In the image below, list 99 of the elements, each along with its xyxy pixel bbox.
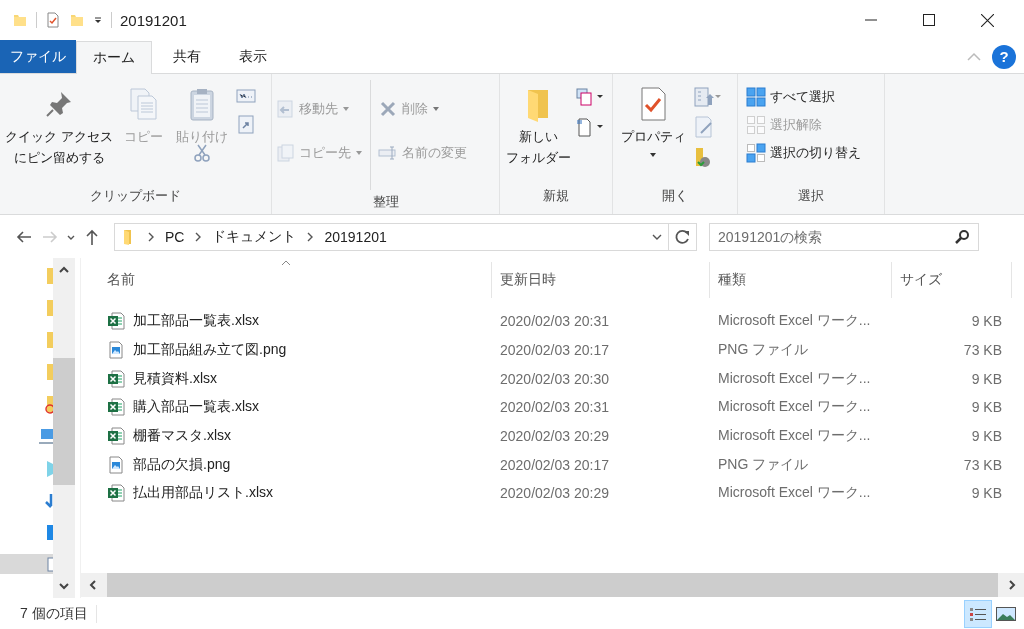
group-label: 選択 [797, 187, 825, 205]
file-name[interactable]: 棚番マスタ.xlsx [133, 427, 231, 446]
properties-button[interactable]: プロパティ [616, 80, 690, 159]
rename-icon [378, 143, 398, 163]
spreadsheet-file-icon [107, 484, 125, 503]
ribbon-tab[interactable]: ファイル [0, 40, 76, 73]
date-cell-text: 2020/02/03 20:29 [499, 485, 610, 502]
ribbon-tab[interactable]: 共有 [156, 40, 218, 73]
size-cell-text: 73 KB [962, 342, 1003, 359]
caret-icon [342, 105, 350, 113]
breadcrumb[interactable]: ドキュメント [212, 227, 297, 246]
breadcrumb[interactable]: 20191201 [324, 228, 387, 245]
ribbon-tab[interactable]: ホーム [76, 41, 152, 74]
grid-icon [746, 87, 766, 107]
folder-icon [12, 12, 28, 28]
refresh-button[interactable] [669, 222, 697, 251]
size-cell-text: 73 KB [962, 456, 1003, 473]
spreadsheet-file-icon [107, 398, 125, 417]
type-cell-text: Microsoft Excel ワーク... [717, 312, 872, 331]
scroll-right-icon[interactable] [1006, 579, 1018, 591]
help-button[interactable]: ? [992, 44, 1016, 69]
new-folder-button[interactable]: 新しい フォルダー [503, 80, 573, 168]
document-icon[interactable] [0, 554, 53, 574]
date-cell-text: 2020/02/03 20:31 [499, 399, 610, 416]
new-document-icon[interactable] [576, 116, 604, 138]
size-cell-text: 9 KB [970, 370, 1003, 387]
landscape-icon [996, 606, 1016, 621]
maximize-icon [923, 14, 935, 26]
properties-icon[interactable] [45, 12, 61, 28]
select-all-button[interactable]: すべて選択 [746, 84, 835, 110]
copy-path-icon[interactable] [236, 86, 256, 106]
invert-selection-button[interactable]: 選択の切り替え [746, 140, 861, 166]
address-bar[interactable]: PC ドキュメント 20191201 [114, 222, 669, 251]
delete-icon [378, 99, 398, 119]
caret-icon[interactable] [93, 15, 103, 25]
date-cell-text: 2020/02/03 20:17 [499, 456, 610, 473]
scrollbar-thumb[interactable] [107, 573, 998, 597]
group-label: クリップボード [89, 187, 182, 205]
date-cell-text: 2020/02/03 20:17 [499, 342, 610, 359]
scrollbar-thumb[interactable] [53, 358, 75, 485]
image-file-icon [107, 341, 125, 360]
copy-icon [275, 143, 295, 163]
size-cell-text: 9 KB [970, 428, 1003, 445]
caret-icon [355, 149, 363, 157]
pin-to-quick-access-button[interactable]: クイック アクセス にピン留めする [3, 80, 115, 168]
move-icon [275, 99, 295, 119]
type-cell-text: Microsoft Excel ワーク... [717, 484, 872, 503]
open-icon[interactable] [693, 86, 721, 108]
refresh-icon [674, 228, 691, 245]
date-cell-text: 2020/02/03 20:30 [499, 370, 610, 387]
close-icon [980, 13, 994, 27]
scissors-icon[interactable] [192, 143, 212, 163]
type-cell-text: PNG ファイル [717, 341, 810, 360]
grid-icon [746, 143, 766, 163]
scroll-down-icon[interactable] [58, 580, 70, 592]
breadcrumb[interactable]: PC [165, 228, 185, 245]
type-cell-text: Microsoft Excel ワーク... [717, 427, 872, 446]
type-cell-text: PNG ファイル [717, 455, 810, 474]
image-file-icon [107, 455, 125, 474]
size-cell-text: 9 KB [970, 313, 1003, 330]
type-cell-text: Microsoft Excel ワーク... [717, 369, 872, 388]
new-item-icon[interactable] [576, 86, 604, 108]
file-name[interactable]: 加工部品一覧表.xlsx [133, 312, 259, 331]
file-name[interactable]: 見積資料.xlsx [133, 369, 217, 388]
group-label: 新規 [542, 187, 570, 205]
group-label: 整理 [371, 193, 400, 211]
caret-icon [432, 105, 440, 113]
date-cell-text: 2020/02/03 20:31 [499, 313, 610, 330]
caret-icon [649, 151, 657, 159]
item-count: 7 個の項目 [20, 604, 97, 623]
details-view-button[interactable] [964, 599, 992, 628]
search-field[interactable]: 20191201の検索 [709, 222, 979, 251]
paste-shortcut-icon[interactable] [236, 114, 256, 134]
grid-icon [746, 115, 766, 135]
type-cell-text: Microsoft Excel ワーク... [717, 398, 872, 417]
scroll-left-icon[interactable] [87, 579, 99, 591]
column-header[interactable]: 名前 [81, 262, 492, 298]
group-label: 開く [661, 187, 689, 205]
chevron-right-icon[interactable] [147, 231, 155, 242]
window-title: 20191201 [120, 11, 187, 29]
search-icon [954, 228, 970, 245]
sort-ascending-icon [281, 260, 291, 266]
spreadsheet-file-icon [107, 312, 125, 331]
file-name[interactable]: 購入部品一覧表.xlsx [133, 398, 259, 417]
chevron-right-icon[interactable] [194, 231, 203, 242]
size-cell-text: 9 KB [970, 399, 1003, 416]
file-name[interactable]: 払出用部品リスト.xlsx [133, 484, 273, 503]
file-name[interactable]: 部品の欠損.png [133, 455, 231, 474]
column-header[interactable]: 種類 [710, 262, 892, 298]
size-cell-text: 9 KB [970, 485, 1003, 502]
file-name[interactable]: 加工部品組み立て図.png [133, 341, 287, 360]
column-header[interactable]: 更新日時 [492, 262, 710, 298]
column-header[interactable]: サイズ [892, 262, 1012, 298]
date-cell-text: 2020/02/03 20:29 [499, 428, 610, 445]
spreadsheet-file-icon [107, 369, 125, 388]
ribbon-tab[interactable]: 表示 [222, 40, 284, 73]
list-icon [969, 605, 987, 622]
chevron-right-icon[interactable] [306, 231, 315, 242]
spreadsheet-file-icon [107, 427, 125, 446]
